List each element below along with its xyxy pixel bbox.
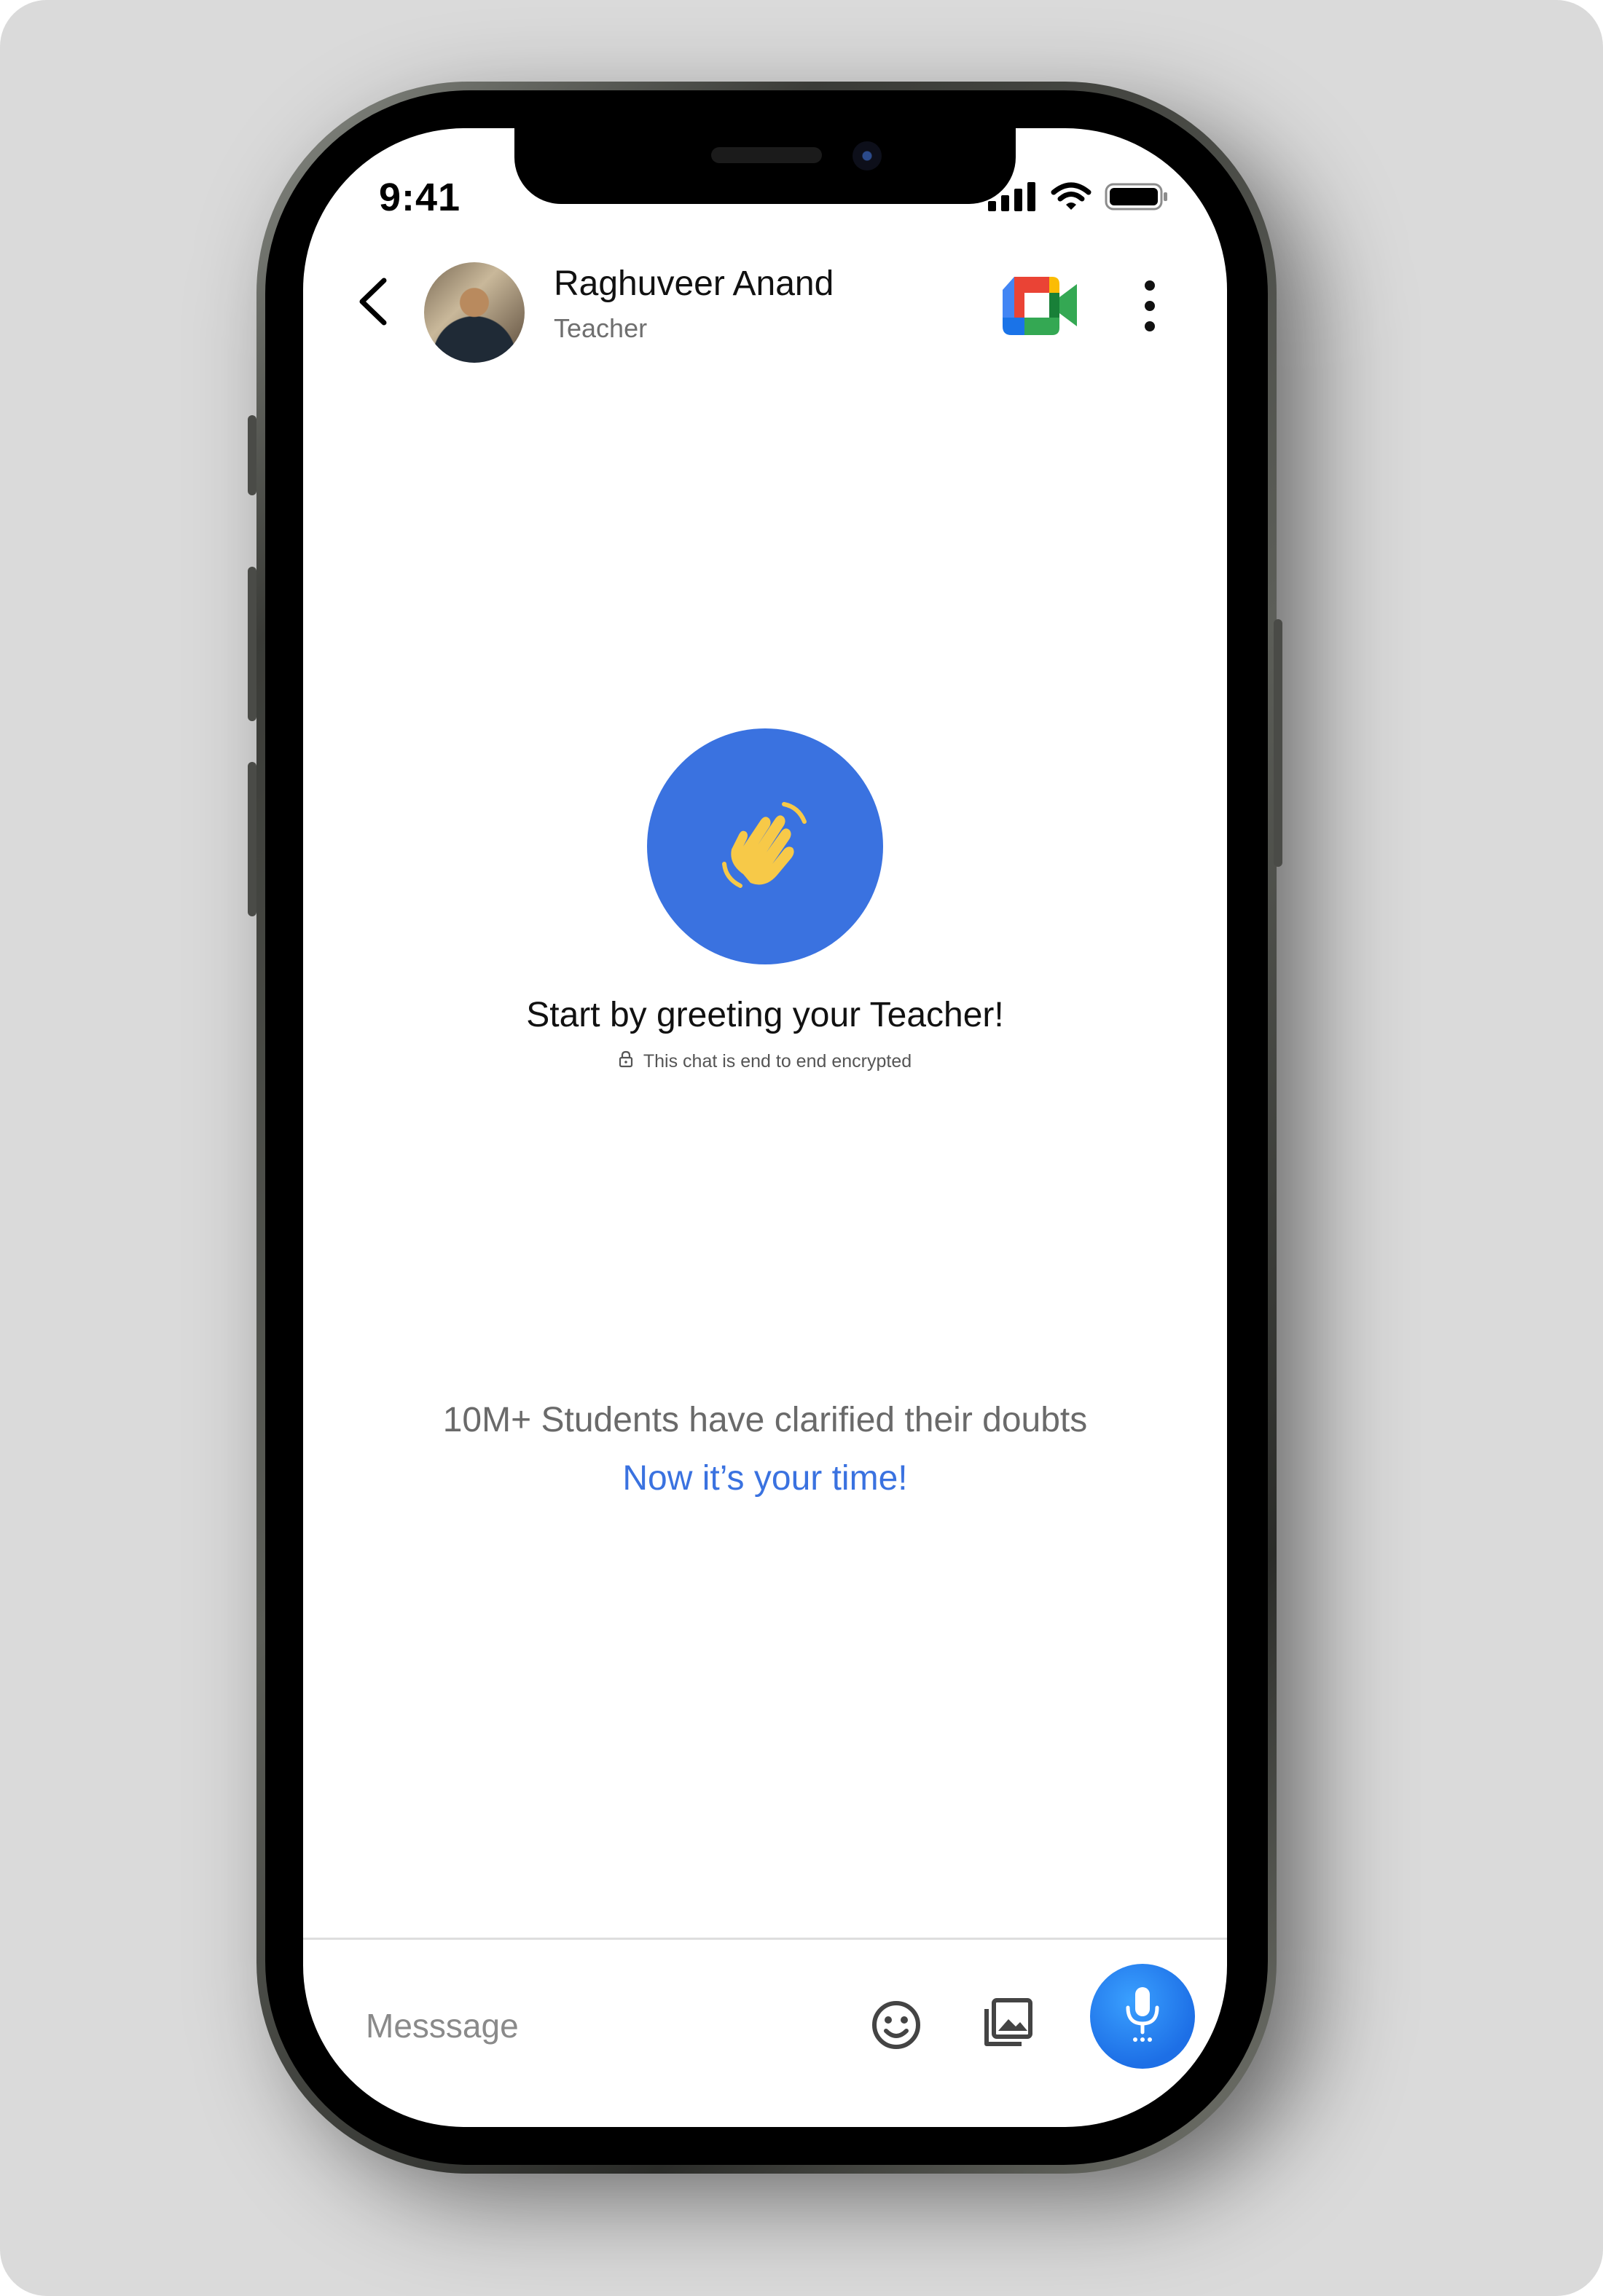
- more-dot: [1145, 321, 1155, 331]
- waving-hand-icon: [714, 794, 816, 900]
- gallery-button[interactable]: [978, 1992, 1039, 2053]
- power-button: [1274, 619, 1282, 867]
- contact-name[interactable]: Raghuveer Anand: [554, 264, 834, 304]
- encryption-note: This chat is end to end encrypted: [303, 1050, 1227, 1073]
- wave-badge: [647, 728, 883, 964]
- composer-divider: [303, 1938, 1227, 1940]
- gallery-icon: [978, 1998, 1039, 2056]
- battery-icon: [1105, 182, 1169, 215]
- mute-switch: [248, 415, 256, 495]
- microphone-icon: [1119, 1984, 1166, 2049]
- volume-down-button: [248, 762, 256, 916]
- google-meet-button[interactable]: [1001, 271, 1080, 341]
- lock-icon: [619, 1050, 633, 1073]
- back-button[interactable]: [344, 274, 402, 332]
- earpiece-speaker: [711, 147, 822, 163]
- emoji-button[interactable]: [866, 1994, 927, 2056]
- signal-icon: [988, 181, 1038, 215]
- greeting-title: Start by greeting your Teacher!: [526, 996, 1004, 1034]
- back-icon: [356, 276, 390, 331]
- encryption-text: This chat is end to end encrypted: [643, 1051, 912, 1072]
- notch: [514, 128, 1016, 204]
- message-input[interactable]: [366, 1993, 774, 2059]
- voice-record-button[interactable]: [1090, 1964, 1195, 2069]
- wifi-icon: [1051, 182, 1091, 215]
- contact-role: Teacher: [554, 313, 648, 343]
- promo-stat: 10M+ Students have clarified their doubt…: [442, 1401, 1088, 1439]
- promo-cta: Now it’s your time!: [622, 1459, 908, 1498]
- status-icons: [988, 181, 1169, 215]
- google-meet-icon: [1001, 277, 1080, 344]
- more-options-button[interactable]: [1126, 271, 1173, 341]
- volume-up-button: [248, 567, 256, 721]
- status-time: 9:41: [379, 176, 461, 219]
- front-camera: [853, 141, 882, 170]
- more-vertical-icon: [1145, 280, 1155, 291]
- emoji-icon: [866, 2001, 927, 2059]
- avatar[interactable]: [424, 262, 525, 363]
- phone-screen: 9:41 Raghuveer Anand Teacher Start by gr…: [303, 128, 1227, 2127]
- more-dot: [1145, 301, 1155, 311]
